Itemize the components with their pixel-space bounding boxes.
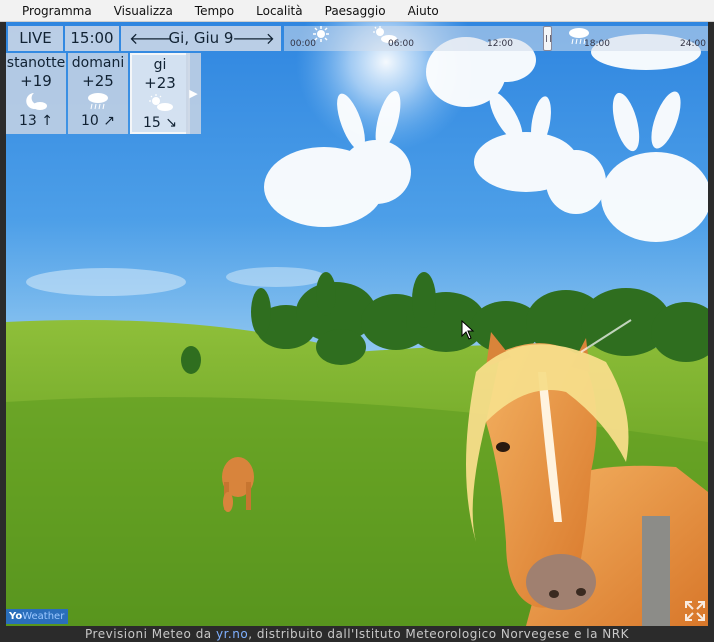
timeline-tick-label: 06:00: [388, 39, 414, 49]
card-wind: 10 ↗: [81, 113, 115, 129]
live-button[interactable]: LIVE: [8, 26, 63, 51]
moon-cloud-icon: [6, 90, 66, 112]
menu-tempo[interactable]: Tempo: [184, 0, 245, 22]
forecast-card-tomorrow[interactable]: domani +25 10 ↗: [68, 53, 128, 134]
yoweather-logo[interactable]: YoWeather: [6, 609, 68, 624]
timeline-slider-handle[interactable]: [543, 26, 552, 51]
footer-yr-link[interactable]: yr.no: [216, 627, 248, 641]
mouse-cursor-icon: [461, 320, 475, 340]
card-temperature: +19: [20, 72, 52, 90]
timeline-tick-label: 00:00: [290, 39, 316, 49]
timeline-scrubber[interactable]: 00:00 06:00 12:00 18:00 24:00: [284, 26, 708, 51]
card-title: stanotte: [6, 55, 66, 71]
menu-programma[interactable]: Programma: [0, 0, 103, 22]
date-label: Gi, Giu 9: [168, 29, 234, 47]
forecast-card-tonight[interactable]: stanotte +19 13 ↑: [6, 53, 66, 134]
footer-credits: Previsioni Meteo da yr.no, distribuito d…: [0, 626, 714, 642]
timeline-tick-label: 18:00: [584, 39, 610, 49]
cards-next-arrow-icon[interactable]: ▶: [186, 53, 201, 134]
forecast-card-selected[interactable]: gi +23 15 ↘: [130, 53, 190, 134]
timeline-tick-label: 24:00: [680, 39, 706, 49]
date-navigator: 🡐 Gi, Giu 9 🡒: [121, 26, 281, 51]
menu-bar: Programma Visualizza Tempo Località Paes…: [0, 0, 714, 22]
footer-prefix: Previsioni Meteo da: [85, 627, 216, 641]
fullscreen-icon[interactable]: [685, 601, 705, 621]
fence-post: [642, 516, 670, 626]
menu-aiuto[interactable]: Aiuto: [397, 0, 450, 22]
card-temperature: +25: [82, 72, 114, 90]
logo-rest: Weather: [22, 611, 65, 622]
timeline-tick-label: 12:00: [487, 39, 513, 49]
time-display[interactable]: 15:00: [65, 26, 119, 51]
menu-paesaggio[interactable]: Paesaggio: [314, 0, 397, 22]
card-title: domani: [71, 55, 125, 71]
card-wind: 15 ↘: [143, 115, 177, 131]
card-wind: 13 ↑: [19, 113, 53, 129]
prev-day-arrow-icon[interactable]: 🡐: [129, 26, 172, 51]
menu-localita[interactable]: Località: [245, 0, 314, 22]
footer-suffix: , distribuito dall'Istituto Meteorologic…: [248, 627, 629, 641]
next-day-arrow-icon[interactable]: 🡒: [232, 26, 275, 51]
sun-cloud-icon: [132, 92, 188, 114]
menu-visualizza[interactable]: Visualizza: [103, 0, 184, 22]
cloud-rain-icon: [68, 90, 128, 112]
card-title: gi: [153, 57, 167, 73]
toolbar: LIVE 15:00 🡐 Gi, Giu 9 🡒 00:00 06:00 12:…: [6, 24, 708, 52]
card-temperature: +23: [144, 74, 176, 92]
logo-yo: Yo: [9, 611, 23, 622]
